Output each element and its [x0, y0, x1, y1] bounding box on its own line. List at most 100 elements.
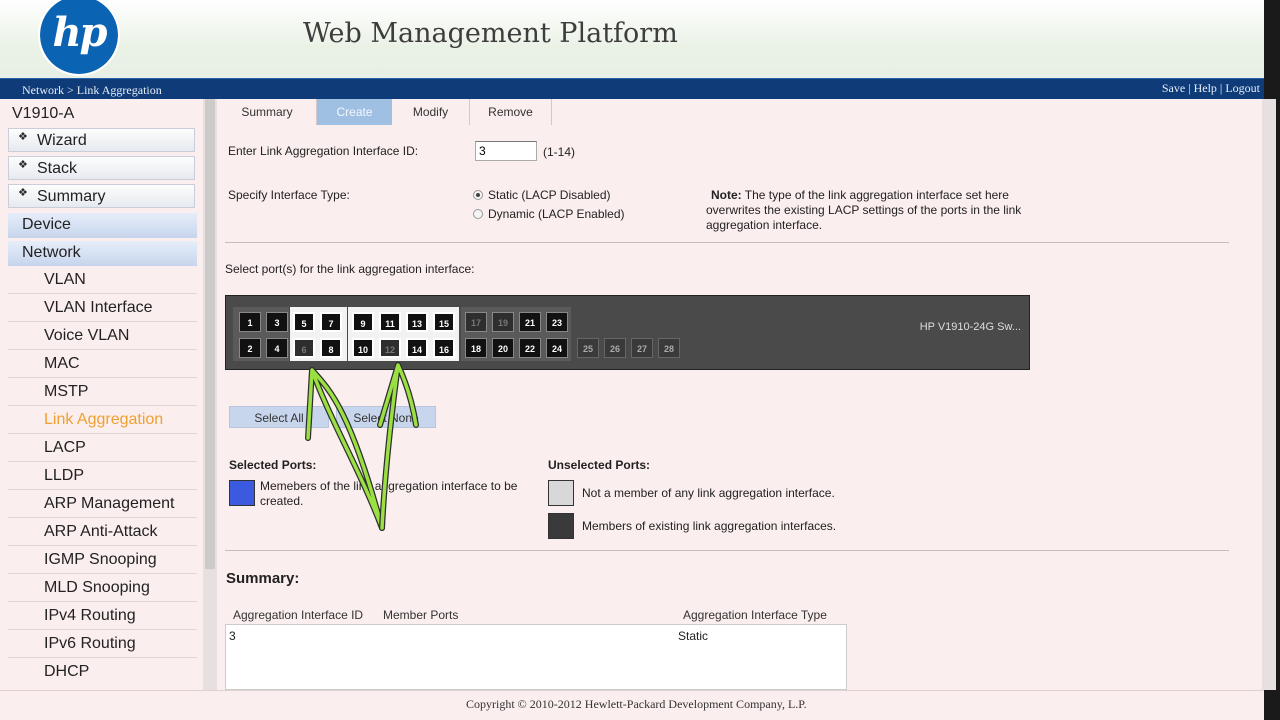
port-24[interactable]: 24: [546, 338, 568, 358]
link-separator: |: [1185, 81, 1194, 95]
top-navbar: Network > Link Aggregation Save | Help |…: [0, 78, 1264, 99]
interface-id-input[interactable]: 3: [475, 141, 537, 161]
port-6[interactable]: 6: [293, 338, 315, 358]
diamond-icon: ❖: [18, 187, 28, 199]
diamond-icon: ❖: [18, 131, 28, 143]
port-1[interactable]: 1: [239, 312, 261, 332]
port-21[interactable]: 21: [519, 312, 541, 332]
sidebar-item-vlan[interactable]: VLAN: [44, 271, 86, 289]
port-19[interactable]: 19: [492, 312, 514, 332]
page-scrollbar[interactable]: [1262, 99, 1276, 690]
selected-ports-title: Selected Ports:: [229, 458, 317, 472]
port-16[interactable]: 16: [433, 338, 455, 358]
port-13[interactable]: 13: [406, 312, 428, 332]
sidebar-item-arp-management[interactable]: ARP Management: [44, 495, 174, 513]
sidebar-item-arp-anti-attack[interactable]: ARP Anti-Attack: [44, 523, 158, 541]
divider: [8, 433, 197, 434]
divider: [8, 573, 197, 574]
static-radio[interactable]: [473, 190, 483, 200]
port-25[interactable]: 25: [577, 338, 599, 358]
logout-link[interactable]: Logout: [1225, 81, 1260, 95]
sidebar-scrollbar[interactable]: [203, 99, 217, 690]
sidebar-group-label: Network: [22, 244, 81, 261]
sidebar-item-lldp[interactable]: LLDP: [44, 467, 84, 485]
dynamic-radio-label: Dynamic (LACP Enabled): [488, 207, 625, 221]
port-7[interactable]: 7: [320, 312, 342, 332]
copyright-text: Copyright © 2010-2012 Hewlett-Packard De…: [466, 697, 807, 711]
divider: [8, 349, 197, 350]
sidebar-item-ipv4-routing[interactable]: IPv4 Routing: [44, 607, 136, 625]
note-body: The type of the link aggregation interfa…: [706, 188, 1022, 232]
sidebar-item-label: Stack: [37, 160, 78, 177]
note-title: Note:: [711, 188, 742, 202]
sidebar-item-summary[interactable]: ❖ Summary: [8, 184, 195, 208]
breadcrumb: Network > Link Aggregation: [22, 83, 162, 97]
hp-logo-ring: [38, 0, 120, 76]
port-8[interactable]: 8: [320, 338, 342, 358]
divider: [8, 461, 197, 462]
port-15[interactable]: 15: [433, 312, 455, 332]
select-all-button[interactable]: Select All: [229, 406, 329, 428]
tab-summary[interactable]: Summary: [218, 99, 317, 125]
divider: [225, 550, 1229, 551]
divider: [8, 545, 197, 546]
sidebar-item-wizard[interactable]: ❖ Wizard: [8, 128, 195, 152]
port-3[interactable]: 3: [266, 312, 288, 332]
dynamic-radio[interactable]: [473, 209, 483, 219]
port-4[interactable]: 4: [266, 338, 288, 358]
port-22[interactable]: 22: [519, 338, 541, 358]
unselected-ports-title: Unselected Ports:: [548, 458, 651, 472]
sidebar-item-mstp[interactable]: MSTP: [44, 383, 88, 401]
port-17[interactable]: 17: [465, 312, 487, 332]
sidebar-item-link-aggregation[interactable]: Link Aggregation: [44, 411, 163, 429]
port-23[interactable]: 23: [546, 312, 568, 332]
sidebar-item-label: Summary: [37, 188, 106, 205]
selected-swatch: [229, 480, 255, 506]
port-9[interactable]: 9: [352, 312, 374, 332]
sidebar-item-voice-vlan[interactable]: Voice VLAN: [44, 327, 129, 345]
port-12[interactable]: 12: [379, 338, 401, 358]
select-none-button[interactable]: Select None: [336, 406, 436, 428]
sidebar-item-vlan-interface[interactable]: VLAN Interface: [44, 299, 153, 317]
device-name: V1910-A: [12, 105, 75, 122]
sidebar-item-igmp-snooping[interactable]: IGMP Snooping: [44, 551, 157, 569]
sidebar-group-device[interactable]: Device: [8, 213, 197, 238]
port-20[interactable]: 20: [492, 338, 514, 358]
app-frame: hp Web Management Platform Network > Lin…: [0, 0, 1264, 720]
port-18[interactable]: 18: [465, 338, 487, 358]
port-26[interactable]: 26: [604, 338, 626, 358]
sidebar-group-network[interactable]: Network: [8, 241, 197, 266]
diamond-icon: ❖: [18, 159, 28, 171]
port-27[interactable]: 27: [631, 338, 653, 358]
divider: [8, 517, 197, 518]
app-title: Web Management Platform: [303, 18, 678, 49]
not-member-swatch: [548, 480, 574, 506]
port-11[interactable]: 11: [379, 312, 401, 332]
existing-member-swatch: [548, 513, 574, 539]
sidebar-item-stack[interactable]: ❖ Stack: [8, 156, 195, 180]
hp-logo: hp: [38, 0, 122, 78]
switch-model-label: HP V1910-24G Sw...: [919, 321, 1021, 333]
port-2[interactable]: 2: [239, 338, 261, 358]
table-cell: Static: [678, 629, 709, 643]
divider: [8, 489, 197, 490]
port-5[interactable]: 5: [293, 312, 315, 332]
tab-create[interactable]: Create: [317, 99, 392, 125]
tab-modify[interactable]: Modify: [392, 99, 470, 125]
tab-remove[interactable]: Remove: [470, 99, 552, 125]
port-28[interactable]: 28: [658, 338, 680, 358]
existing-member-desc: Members of existing link aggregation int…: [582, 519, 837, 533]
sidebar-item-mld-snooping[interactable]: MLD Snooping: [44, 579, 150, 597]
divider: [8, 657, 197, 658]
scrollbar-thumb[interactable]: [205, 99, 215, 569]
sidebar-item-ipv6-routing[interactable]: IPv6 Routing: [44, 635, 136, 653]
sidebar-item-dhcp[interactable]: DHCP: [44, 663, 89, 681]
divider: [8, 405, 197, 406]
sidebar-item-mac[interactable]: MAC: [44, 355, 80, 373]
sidebar: V1910-A ❖ Wizard ❖ Stack ❖ Summary Devic…: [0, 99, 202, 690]
save-link[interactable]: Save: [1162, 81, 1185, 95]
sidebar-item-lacp[interactable]: LACP: [44, 439, 86, 457]
port-10[interactable]: 10: [352, 338, 374, 358]
help-link[interactable]: Help: [1194, 81, 1217, 95]
port-14[interactable]: 14: [406, 338, 428, 358]
